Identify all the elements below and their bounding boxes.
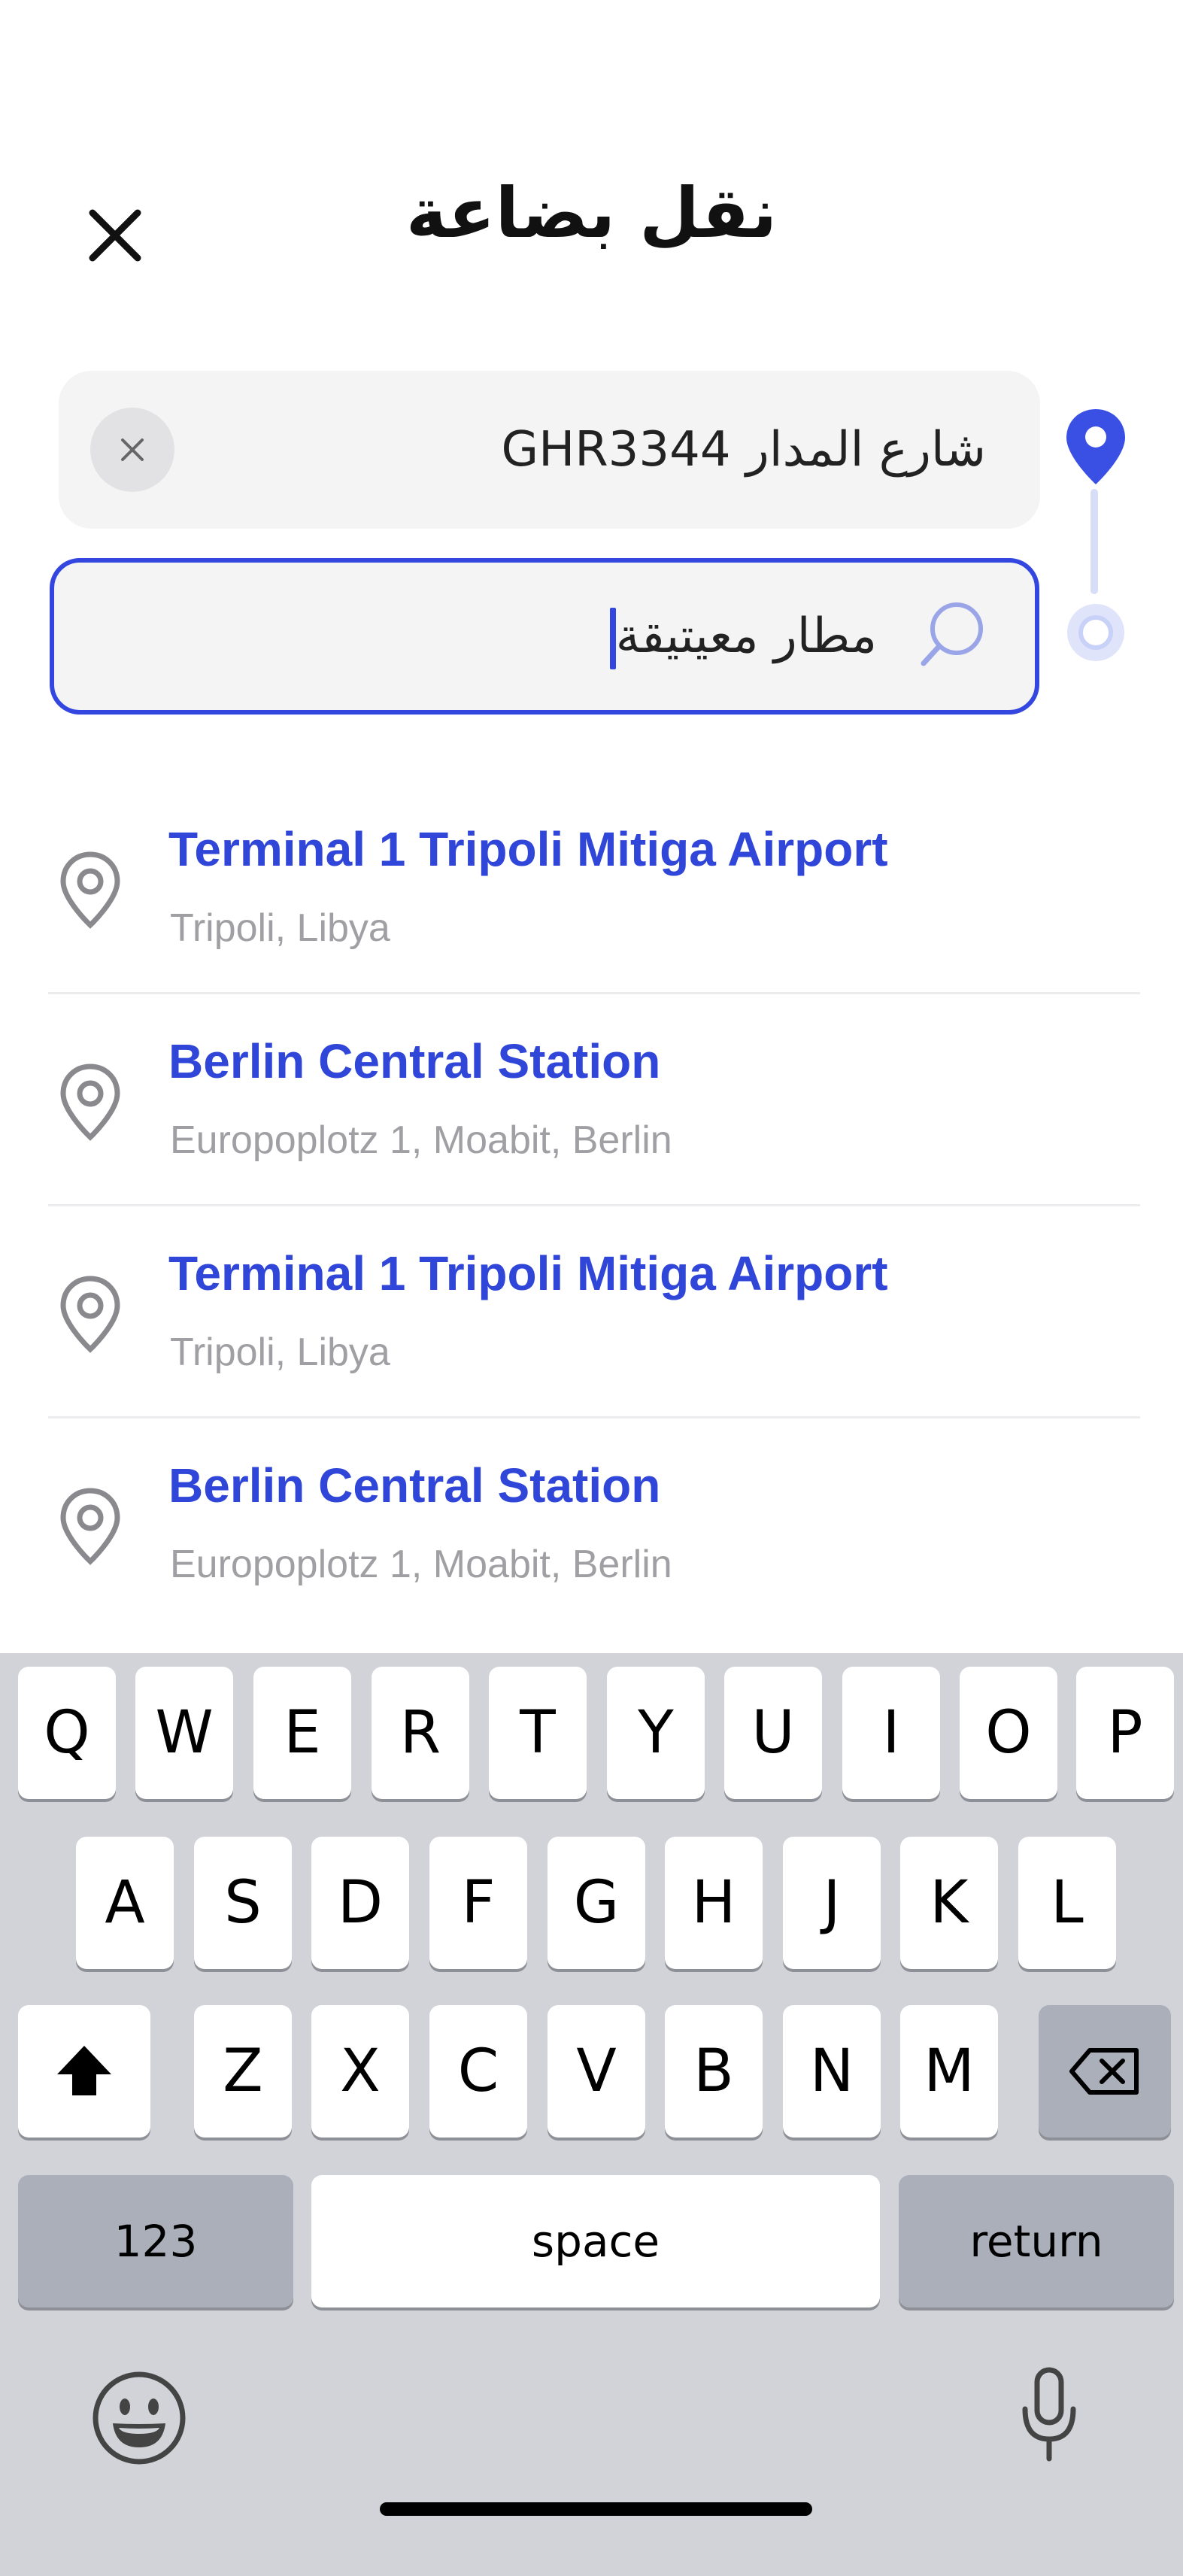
text-caret bbox=[609, 608, 616, 670]
route-line bbox=[1090, 489, 1098, 594]
result-address: Europoplotz 1, Moabit, Berlin bbox=[170, 1543, 672, 1586]
result-address: Tripoli, Libya bbox=[170, 906, 390, 950]
destination-search-input[interactable]: مطار معيتيقة bbox=[50, 558, 1039, 715]
key-m[interactable]: M bbox=[900, 2005, 998, 2138]
key-f[interactable]: F bbox=[429, 1837, 527, 1969]
key-k[interactable]: K bbox=[900, 1837, 998, 1969]
key-x[interactable]: X bbox=[311, 2005, 409, 2138]
key-p[interactable]: P bbox=[1076, 1667, 1174, 1799]
key-t[interactable]: T bbox=[489, 1667, 587, 1799]
page-title: نقل بضاعة bbox=[405, 173, 778, 253]
result-name: Terminal 1 Tripoli Mitiga Airport bbox=[168, 1246, 888, 1300]
microphone-icon bbox=[1022, 2367, 1076, 2462]
location-pin-icon bbox=[54, 1273, 126, 1358]
result-address: Tripoli, Libya bbox=[170, 1330, 390, 1374]
key-v[interactable]: V bbox=[548, 2005, 645, 2138]
list-item[interactable]: Terminal 1 Tripoli Mitiga Airport Tripol… bbox=[0, 1206, 1183, 1418]
result-name: Terminal 1 Tripoli Mitiga Airport bbox=[168, 822, 888, 876]
key-s[interactable]: S bbox=[194, 1837, 292, 1969]
key-o[interactable]: O bbox=[960, 1667, 1057, 1799]
destination-value: مطار معيتيقة bbox=[599, 563, 877, 710]
shift-key[interactable] bbox=[18, 2005, 150, 2138]
location-pin-icon bbox=[54, 1060, 126, 1146]
key-j[interactable]: J bbox=[783, 1837, 881, 1969]
key-i[interactable]: I bbox=[842, 1667, 940, 1799]
list-item[interactable]: Berlin Central Station Europoplotz 1, Mo… bbox=[0, 1418, 1183, 1631]
list-item[interactable]: Terminal 1 Tripoli Mitiga Airport Tripol… bbox=[0, 782, 1183, 994]
origin-pin-icon bbox=[1062, 406, 1130, 490]
result-address: Europoplotz 1, Moabit, Berlin bbox=[170, 1118, 672, 1162]
clear-icon bbox=[121, 438, 144, 461]
results-list: Terminal 1 Tripoli Mitiga Airport Tripol… bbox=[0, 782, 1183, 1631]
home-indicator[interactable] bbox=[380, 2502, 812, 2516]
space-key[interactable]: space bbox=[311, 2175, 880, 2307]
key-r[interactable]: R bbox=[372, 1667, 469, 1799]
backspace-icon bbox=[1069, 2048, 1139, 2095]
key-l[interactable]: L bbox=[1018, 1837, 1116, 1969]
origin-value: شارع المدار GHR3344 bbox=[501, 422, 986, 478]
shift-icon bbox=[57, 2046, 111, 2095]
key-h[interactable]: H bbox=[665, 1837, 763, 1969]
numbers-key[interactable]: 123 bbox=[18, 2175, 293, 2307]
key-g[interactable]: G bbox=[548, 1837, 645, 1969]
key-a[interactable]: A bbox=[76, 1837, 174, 1969]
key-q[interactable]: Q bbox=[18, 1667, 116, 1799]
list-item[interactable]: Berlin Central Station Europoplotz 1, Mo… bbox=[0, 994, 1183, 1206]
result-name: Berlin Central Station bbox=[168, 1034, 661, 1088]
emoji-icon bbox=[93, 2371, 186, 2465]
result-name: Berlin Central Station bbox=[168, 1458, 661, 1513]
key-e[interactable]: E bbox=[253, 1667, 351, 1799]
key-b[interactable]: B bbox=[665, 2005, 763, 2138]
search-icon bbox=[915, 597, 990, 675]
dictation-button[interactable] bbox=[1008, 2363, 1090, 2468]
key-c[interactable]: C bbox=[429, 2005, 527, 2138]
key-u[interactable]: U bbox=[724, 1667, 822, 1799]
location-pin-icon bbox=[54, 1485, 126, 1570]
origin-field[interactable]: شارع المدار GHR3344 bbox=[59, 371, 1040, 529]
key-z[interactable]: Z bbox=[194, 2005, 292, 2138]
location-pin-icon bbox=[54, 848, 126, 934]
key-w[interactable]: W bbox=[135, 1667, 233, 1799]
key-n[interactable]: N bbox=[783, 2005, 881, 2138]
clear-origin-button[interactable] bbox=[90, 408, 174, 492]
keyboard: Q W E R T Y U I O P A S D F G H J K L Z … bbox=[0, 1653, 1183, 2576]
return-key[interactable]: return bbox=[899, 2175, 1174, 2307]
backspace-key[interactable] bbox=[1039, 2005, 1171, 2138]
key-y[interactable]: Y bbox=[607, 1667, 705, 1799]
key-d[interactable]: D bbox=[311, 1837, 409, 1969]
emoji-button[interactable] bbox=[89, 2368, 190, 2468]
screen: نقل بضاعة شارع المدار GHR3344 مطار معيتي… bbox=[0, 0, 1183, 2576]
destination-dot-icon bbox=[1067, 604, 1124, 661]
